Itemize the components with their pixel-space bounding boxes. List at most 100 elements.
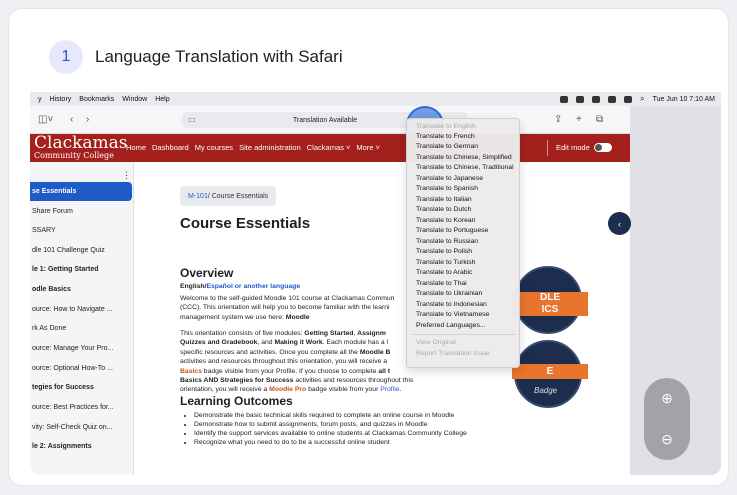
- language-link[interactable]: Español or another language: [206, 283, 300, 290]
- edit-mode: Edit mode: [556, 143, 612, 152]
- menu-item[interactable]: Translate to Chinese, Simplified: [416, 154, 512, 161]
- text-bold: Moodle B: [359, 348, 391, 356]
- status-icon[interactable]: [576, 95, 585, 103]
- course-content: M-101 / Course Essentials Course Essenti…: [134, 162, 631, 475]
- report-issue-item[interactable]: Report Translation Issue: [416, 350, 490, 357]
- para-line: Basics AND Strategies for Success activi…: [180, 376, 413, 385]
- sidebar-section[interactable]: odle Basics: [30, 280, 132, 299]
- menubar-status: ⌕ Tue Jun 10 7:10 AM: [560, 92, 715, 106]
- sidebar-item[interactable]: ource: How to Navigate ...: [30, 300, 132, 319]
- menu-history[interactable]: History: [50, 96, 72, 103]
- menu-item[interactable]: Translate to Polish: [416, 248, 472, 255]
- status-icon[interactable]: [560, 95, 569, 103]
- sidebar-section[interactable]: le 1: Getting Started: [30, 260, 132, 279]
- nav-more[interactable]: More ˅: [356, 143, 380, 152]
- text: . Each module has a l: [322, 339, 389, 347]
- menu-item[interactable]: Translate to Korean: [416, 217, 475, 224]
- sidebar-section[interactable]: le 2: Assignments: [30, 437, 132, 456]
- moodle-basics-badge: DLE ICS: [512, 266, 588, 334]
- sidebar-section[interactable]: tegies for Success: [30, 378, 132, 397]
- text: , and: [257, 339, 275, 347]
- college-logo[interactable]: Clackamas Community College: [34, 135, 128, 160]
- text: management system we use here:: [180, 313, 286, 321]
- back-icon[interactable]: ‹: [70, 114, 73, 125]
- menu-item[interactable]: Translate to Arabic: [416, 269, 472, 276]
- sidebar-item[interactable]: se Essentials: [30, 182, 132, 201]
- sidebar-item[interactable]: ource: Optional How-To ...: [30, 359, 132, 378]
- sidebar-item[interactable]: ource: Best Practices for...: [30, 398, 132, 417]
- intro-paragraph: Welcome to the self-guided Moodle 101 co…: [180, 294, 394, 322]
- forward-icon[interactable]: ›: [86, 114, 89, 125]
- tabs-overview-icon[interactable]: ⧉: [596, 114, 603, 125]
- nav-my-courses[interactable]: My courses: [195, 143, 233, 152]
- zoom-in-icon[interactable]: ⊕: [644, 378, 690, 419]
- menu-item[interactable]: Translate to Ukrainian: [416, 290, 482, 297]
- menu-item[interactable]: Translate to Indonesian: [416, 301, 487, 308]
- more-options-icon[interactable]: ⋮: [122, 170, 131, 181]
- modules-paragraph: This orientation consists of five module…: [180, 329, 413, 395]
- nav-site-administration[interactable]: Site administration: [239, 143, 301, 152]
- status-icon[interactable]: [624, 95, 633, 103]
- text-bold: Moodle: [285, 313, 310, 321]
- sidebar-item[interactable]: SSARY: [30, 221, 132, 240]
- share-icon[interactable]: ⇪: [554, 114, 562, 125]
- menu-item[interactable]: Translate to French: [416, 133, 475, 140]
- menu-bookmarks[interactable]: Bookmarks: [79, 96, 114, 103]
- menu-item[interactable]: Translate to Turkish: [416, 259, 475, 266]
- menu-item[interactable]: Translate to Portuguese: [416, 227, 488, 234]
- sidebar-item[interactable]: vity: Self-Check Quiz on...: [30, 418, 132, 437]
- text-highlight: Moodle Pro: [269, 386, 307, 394]
- nav-dashboard[interactable]: Dashboard: [152, 143, 189, 152]
- menu-item[interactable]: Translate to Chinese, Traditional: [416, 164, 514, 171]
- menu-item[interactable]: Translate to Vietnamese: [416, 311, 489, 318]
- clock[interactable]: Tue Jun 10 7:10 AM: [653, 96, 715, 103]
- edit-mode-toggle[interactable]: [593, 143, 612, 152]
- zoom-controls: ⊕ ⊖: [644, 378, 690, 460]
- menu-item[interactable]: Translate to German: [416, 143, 478, 150]
- profile-link[interactable]: Profile: [380, 386, 399, 393]
- zoom-out-icon[interactable]: ⊖: [644, 419, 690, 460]
- outcomes-list: Demonstrate the basic technical skills r…: [194, 411, 467, 447]
- search-icon[interactable]: ⌕: [640, 94, 644, 104]
- menu-window[interactable]: Window: [122, 96, 147, 103]
- status-icon[interactable]: [592, 95, 601, 103]
- menu-item[interactable]: Translate to Spanish: [416, 185, 478, 192]
- menu-help[interactable]: Help: [155, 96, 169, 103]
- drawer-toggle-icon[interactable]: ‹: [608, 212, 631, 235]
- badge-script: Badge: [534, 386, 558, 395]
- nav-divider: [547, 140, 548, 156]
- sidebar-item[interactable]: rk As Done: [30, 319, 132, 338]
- text: orientation, you will receive a: [180, 386, 270, 394]
- sidebar-toggle-icon[interactable]: ◫˅: [38, 114, 53, 125]
- list-item: Identify the support services available …: [194, 429, 467, 438]
- nav-clackamas[interactable]: Clackamas ˅: [307, 143, 351, 152]
- text-bold: Assignm: [357, 330, 386, 337]
- preferred-languages-item[interactable]: Preferred Languages...: [416, 322, 486, 329]
- view-original-item[interactable]: View Original: [416, 339, 456, 346]
- logo-line1: Clackamas: [34, 133, 128, 153]
- menu-item[interactable]: Translate to Italian: [416, 196, 472, 203]
- badge-band: E: [512, 364, 588, 379]
- breadcrumb-link[interactable]: M-101: [188, 193, 208, 200]
- text-bold: Basics AND Strategies for Success: [180, 377, 294, 385]
- menu-item[interactable]: Translate to English: [416, 123, 476, 130]
- status-icon[interactable]: [608, 95, 617, 103]
- screenshot-frame: y History Bookmarks Window Help ⌕ Tue Ju…: [30, 92, 721, 475]
- menu-item[interactable]: Translate to Thai: [416, 280, 467, 287]
- text: This orientation consists of five module…: [180, 330, 305, 337]
- menu-item[interactable]: Translate to Russian: [416, 238, 478, 245]
- breadcrumb: M-101 / Course Essentials: [180, 186, 277, 206]
- nav-home[interactable]: Home: [126, 143, 146, 152]
- text-bold: Quizzes and Gradebook: [180, 339, 258, 347]
- menu-item[interactable]: Translate to Japanese: [416, 175, 483, 182]
- list-item: Demonstrate the basic technical skills r…: [194, 411, 467, 420]
- para-line: Quizzes and Gradebook, and Making it Wor…: [180, 338, 413, 347]
- sidebar-item[interactable]: ource: Manage Your Pro...: [30, 339, 132, 358]
- menu-item[interactable]: Translate to Dutch: [416, 206, 471, 213]
- language-line: English/Español or another language: [180, 282, 300, 291]
- sidebar-item[interactable]: Share Forum: [30, 202, 132, 221]
- apple-menu-fragment[interactable]: y: [38, 96, 42, 103]
- sidebar-item[interactable]: dle 101 Challenge Quiz: [30, 241, 132, 260]
- new-tab-icon[interactable]: +: [576, 114, 582, 125]
- safari-window: ◫˅ ‹ › ▭ Translation Available ⇪ + ⧉ ⇄ C…: [30, 106, 631, 475]
